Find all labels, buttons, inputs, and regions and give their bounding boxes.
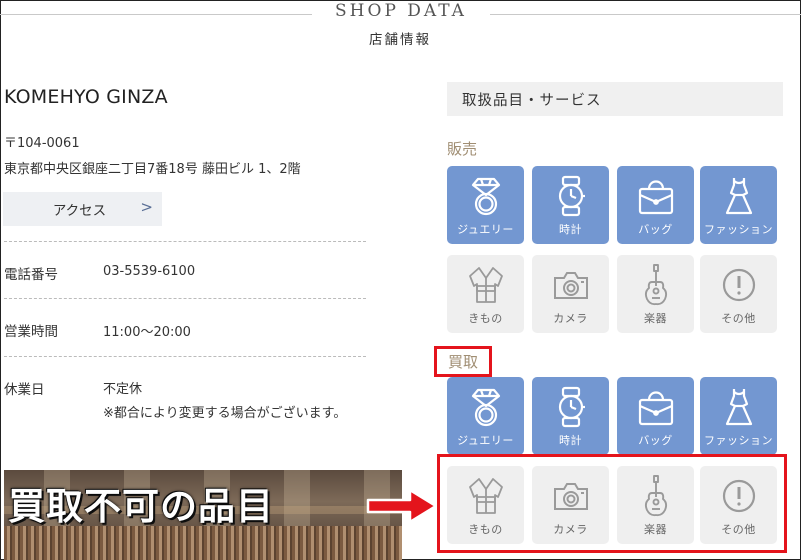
- annotation-text: 買取不可の品目: [8, 485, 274, 528]
- bag-icon: [636, 166, 676, 221]
- sell-tile-exclamation[interactable]: その他: [700, 255, 777, 333]
- sell-tile-guitar[interactable]: 楽器: [617, 255, 694, 333]
- ring-icon: [466, 166, 506, 221]
- shop-name: KOMEHYO GINZA: [4, 86, 168, 108]
- access-button[interactable]: アクセス >: [3, 192, 162, 226]
- bag-icon: [636, 377, 676, 432]
- exclamation-icon: [719, 255, 759, 310]
- sell-tile-dress[interactable]: ファッション: [700, 166, 777, 244]
- phone-number[interactable]: 03-5539-6100: [103, 264, 195, 279]
- business-hours: 11:00〜20:00: [103, 325, 191, 340]
- tile-label: バッグ: [638, 223, 673, 236]
- watch-icon: [551, 166, 591, 221]
- chevron-right-icon: >: [140, 198, 153, 216]
- sell-tile-ring[interactable]: ジュエリー: [447, 166, 524, 244]
- section-subtitle: 店舗情報: [369, 32, 431, 48]
- buy-section-title: 買取: [434, 346, 492, 377]
- postal-code: 〒104-0061: [4, 136, 80, 151]
- tile-label: ファッション: [704, 434, 773, 447]
- hours-label: 営業時間: [4, 324, 58, 340]
- tile-label: きもの: [468, 312, 503, 325]
- kimono-icon: [466, 255, 506, 310]
- buy-tile-ring[interactable]: ジュエリー: [447, 377, 524, 455]
- dress-icon: [719, 166, 759, 221]
- sell-section-title: 販売: [447, 140, 478, 158]
- info-divider: [4, 356, 366, 357]
- info-divider: [4, 241, 366, 242]
- sell-tile-bag[interactable]: バッグ: [617, 166, 694, 244]
- tile-label: ジュエリー: [457, 223, 514, 236]
- tile-label: カメラ: [553, 312, 588, 325]
- access-button-label: アクセス: [52, 203, 107, 219]
- holiday-label: 休業日: [4, 382, 45, 398]
- buy-tile-dress[interactable]: ファッション: [700, 377, 777, 455]
- tile-label: 時計: [559, 223, 582, 236]
- tile-label: ジュエリー: [457, 434, 514, 447]
- camera-icon: [551, 255, 591, 310]
- watch-icon: [551, 377, 591, 432]
- shop-address: 東京都中央区銀座二丁目7番18号 藤田ビル 1、2階: [4, 162, 301, 177]
- holiday-value: 不定休: [103, 382, 143, 397]
- buy-tile-watch[interactable]: 時計: [532, 377, 609, 455]
- section-title: SHOP DATA: [335, 1, 467, 21]
- phone-label: 電話番号: [4, 267, 58, 283]
- tile-label: バッグ: [638, 434, 673, 447]
- header-divider-left: [0, 14, 312, 15]
- highlight-box: [437, 454, 787, 553]
- guitar-icon: [636, 255, 676, 310]
- tile-label: 楽器: [644, 312, 667, 325]
- header-divider-right: [490, 14, 801, 15]
- sell-tile-camera[interactable]: カメラ: [532, 255, 609, 333]
- buy-tile-bag[interactable]: バッグ: [617, 377, 694, 455]
- sell-tile-watch[interactable]: 時計: [532, 166, 609, 244]
- sell-tile-kimono[interactable]: きもの: [447, 255, 524, 333]
- holiday-note: ※都合により変更する場合がございます。: [103, 406, 347, 421]
- tile-label: 時計: [559, 434, 582, 447]
- info-divider: [4, 298, 366, 299]
- ring-icon: [466, 377, 506, 432]
- services-header: 取扱品目・サービス: [447, 82, 783, 116]
- tile-label: ファッション: [704, 223, 773, 236]
- dress-icon: [719, 377, 759, 432]
- tile-label: その他: [721, 312, 756, 325]
- arrow-right-icon: [366, 488, 438, 524]
